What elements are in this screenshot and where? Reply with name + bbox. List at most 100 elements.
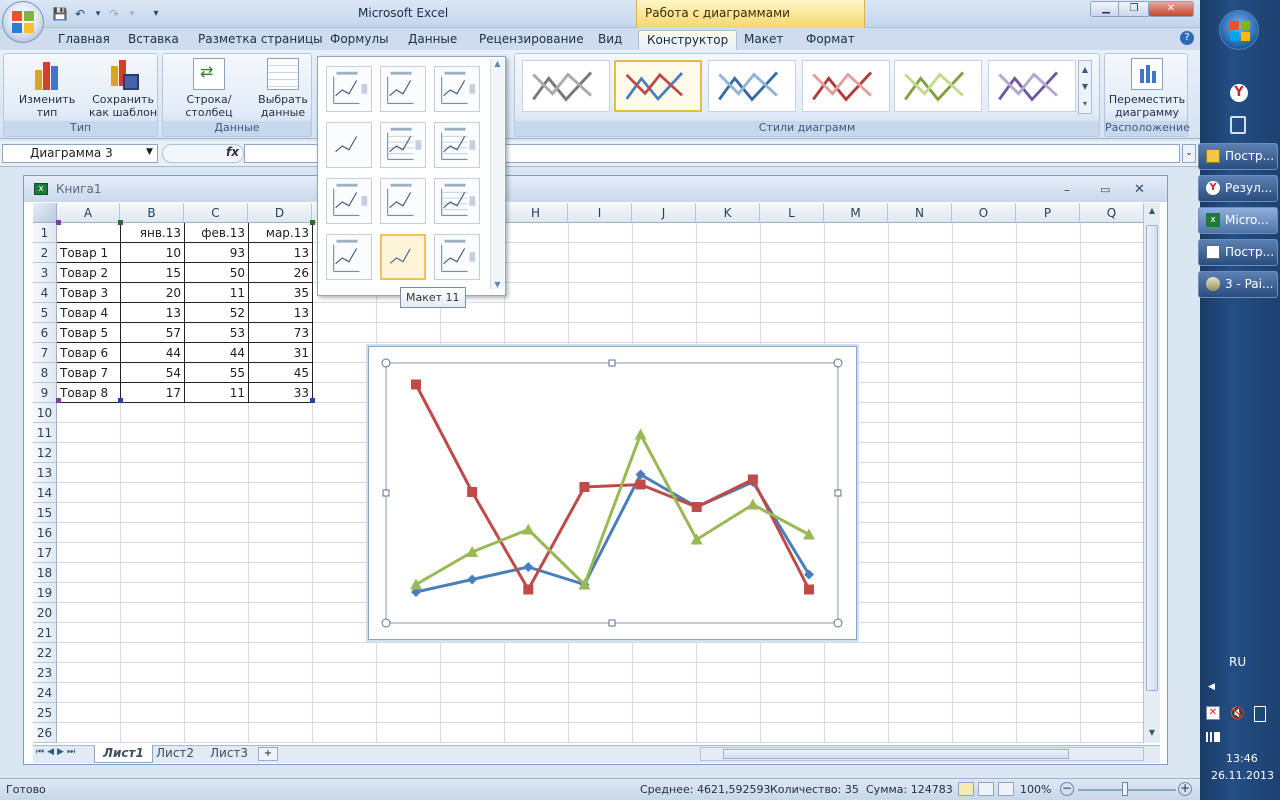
row-header[interactable]: 9: [33, 383, 57, 403]
data-point[interactable]: [691, 502, 702, 512]
data-point[interactable]: [467, 487, 478, 497]
resize-handle[interactable]: [381, 358, 391, 368]
scroll-up-icon[interactable]: ▲: [1145, 203, 1159, 219]
column-header[interactable]: L: [760, 203, 824, 223]
chart-style-2[interactable]: [614, 60, 702, 112]
row-header[interactable]: 5: [33, 303, 57, 323]
name-box-dropdown-icon[interactable]: ▼: [146, 147, 153, 157]
column-header[interactable]: Q: [1080, 203, 1144, 223]
redo-icon[interactable]: ↷: [106, 5, 122, 23]
layout-option[interactable]: [430, 229, 484, 285]
table-cell[interactable]: 31: [249, 343, 313, 363]
row-header[interactable]: 12: [33, 443, 57, 463]
save-as-template-button[interactable]: Сохранить как шаблон: [88, 58, 158, 119]
row-header[interactable]: 24: [33, 683, 57, 703]
data-point[interactable]: [635, 479, 646, 490]
row-header[interactable]: 4: [33, 283, 57, 303]
column-header[interactable]: D: [248, 203, 312, 223]
row-header[interactable]: 8: [33, 363, 57, 383]
switch-row-column-button[interactable]: ⇄ Строка/столбец: [165, 58, 253, 119]
table-cell[interactable]: 17: [121, 383, 185, 403]
sheet-tab-1[interactable]: Лист1: [94, 745, 153, 763]
row-header[interactable]: 3: [33, 263, 57, 283]
layout-option[interactable]: [430, 173, 484, 229]
table-cell[interactable]: Товар 3: [57, 283, 121, 303]
table-cell[interactable]: 10: [121, 243, 185, 263]
column-header[interactable]: K: [696, 203, 760, 223]
data-point[interactable]: [410, 578, 422, 590]
table-cell[interactable]: 15: [121, 263, 185, 283]
insert-sheet-icon[interactable]: +: [258, 747, 278, 761]
chart-style-6[interactable]: [988, 60, 1076, 112]
help-icon[interactable]: ?: [1180, 31, 1194, 45]
row-header[interactable]: 16: [33, 523, 57, 543]
table-header-cell[interactable]: мар.13: [249, 223, 313, 243]
tab-home[interactable]: Главная: [50, 30, 118, 50]
data-point[interactable]: [523, 584, 534, 595]
table-cell[interactable]: Товар 2: [57, 263, 121, 283]
table-cell[interactable]: 44: [121, 343, 185, 363]
start-button[interactable]: [1219, 10, 1259, 50]
table-cell[interactable]: 33: [249, 383, 313, 403]
zoom-slider-thumb[interactable]: [1122, 782, 1128, 796]
office-button[interactable]: [2, 1, 44, 43]
zoom-in-icon[interactable]: +: [1178, 782, 1192, 796]
horizontal-scrollbar[interactable]: [700, 747, 1144, 761]
data-point[interactable]: [747, 474, 758, 485]
table-cell[interactable]: Товар 1: [57, 243, 121, 263]
row-header[interactable]: 10: [33, 403, 57, 423]
data-point[interactable]: [523, 562, 534, 572]
tab-formulas[interactable]: Формулы: [322, 30, 397, 50]
layout-option[interactable]: [376, 229, 430, 285]
table-cell[interactable]: 73: [249, 323, 313, 343]
wb-close-button[interactable]: ✕: [1134, 182, 1145, 197]
tab-page-layout[interactable]: Разметка страницы: [190, 30, 331, 50]
row-header[interactable]: 6: [33, 323, 57, 343]
table-cell[interactable]: 26: [249, 263, 313, 283]
resize-handle[interactable]: [608, 359, 616, 367]
row-header[interactable]: 18: [33, 563, 57, 583]
chart-style-1[interactable]: [522, 60, 610, 112]
table-cell[interactable]: 35: [249, 283, 313, 303]
resize-handle[interactable]: [382, 489, 390, 497]
table-cell[interactable]: 20: [121, 283, 185, 303]
layout-option[interactable]: [322, 61, 376, 117]
select-data-button[interactable]: Выбрать данные: [255, 58, 311, 119]
scroll-down-icon[interactable]: ▼: [1145, 725, 1159, 741]
row-header[interactable]: 26: [33, 723, 57, 743]
select-all-button[interactable]: [33, 203, 57, 223]
tab-view[interactable]: Вид: [590, 30, 630, 50]
chart-style-5[interactable]: [894, 60, 982, 112]
styles-scroll[interactable]: ▲ ▼ ▾: [1078, 60, 1092, 114]
row-header[interactable]: 11: [33, 423, 57, 443]
data-point[interactable]: [634, 428, 647, 440]
move-chart-button[interactable]: Переместить диаграмму: [1107, 58, 1187, 119]
row-header[interactable]: 13: [33, 463, 57, 483]
chart-style-4[interactable]: [802, 60, 890, 112]
power-icon[interactable]: [1254, 706, 1266, 722]
range-handle[interactable]: [310, 220, 315, 225]
sheet-nav-icons[interactable]: ⏮◀▶⏭: [36, 747, 78, 757]
data-point[interactable]: [411, 379, 421, 390]
signal-icon[interactable]: [1206, 732, 1220, 742]
row-header[interactable]: 23: [33, 663, 57, 683]
table-cell[interactable]: 50: [185, 263, 249, 283]
column-header[interactable]: J: [632, 203, 696, 223]
tab-format[interactable]: Формат: [798, 30, 863, 50]
table-cell[interactable]: 57: [121, 323, 185, 343]
row-header[interactable]: 22: [33, 643, 57, 663]
table-header-cell[interactable]: [57, 223, 121, 243]
vertical-scroll-thumb[interactable]: [1146, 225, 1158, 691]
chart-style-3[interactable]: [708, 60, 796, 112]
table-header-cell[interactable]: фев.13: [185, 223, 249, 243]
column-header[interactable]: N: [888, 203, 952, 223]
resize-handle[interactable]: [833, 618, 843, 628]
row-header[interactable]: 21: [33, 623, 57, 643]
column-header[interactable]: C: [184, 203, 248, 223]
table-cell[interactable]: Товар 8: [57, 383, 121, 403]
page-break-view-icon[interactable]: [998, 782, 1014, 796]
layout-option[interactable]: [376, 61, 430, 117]
data-point[interactable]: [746, 498, 759, 510]
sheet-tab-3[interactable]: Лист3: [202, 745, 256, 763]
layout-option[interactable]: [430, 117, 484, 173]
